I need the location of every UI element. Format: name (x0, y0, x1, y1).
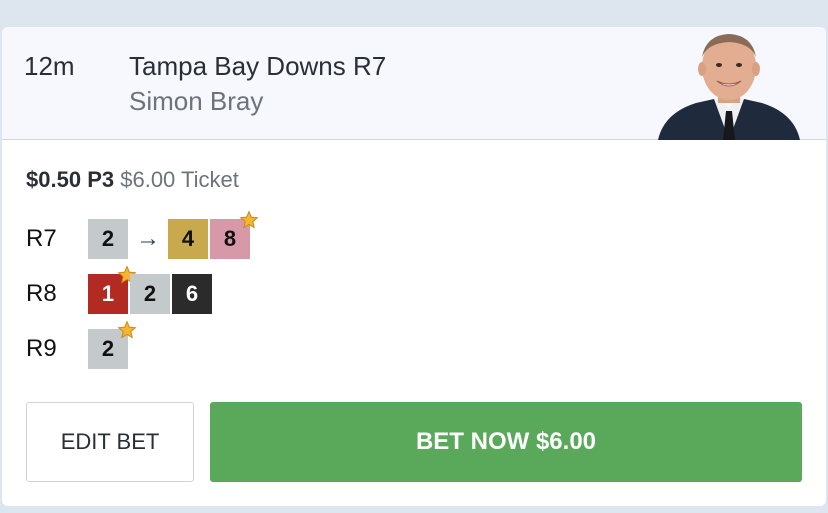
runner-saddlecloth: 6 (172, 274, 212, 314)
race-title[interactable]: Tampa Bay Downs R7 (129, 51, 386, 82)
ticket-label: Ticket (181, 167, 239, 192)
star-icon (239, 210, 259, 229)
edit-bet-button[interactable]: EDIT BET (26, 402, 194, 482)
bet-summary: $0.50 P3 $6.00 Ticket (26, 167, 239, 193)
leg-label: R7 (26, 225, 57, 252)
time-to-jump: 12m (24, 51, 75, 81)
leg-row-r8: R8 1 2 6 (26, 265, 326, 314)
tipster-name: Simon Bray (129, 86, 264, 116)
runner-saddlecloth: 2 (88, 320, 137, 369)
star-icon (117, 320, 137, 339)
bet-type: P3 (87, 167, 115, 192)
leg-label: R8 (26, 280, 57, 307)
tipster-avatar (658, 34, 800, 140)
runner-saddlecloth: 8 (210, 210, 259, 259)
ticket-amount: $6.00 (120, 167, 176, 192)
leg-row-r9: R9 2 (26, 320, 326, 369)
runner-saddlecloth: 4 (168, 219, 208, 259)
leg-label: R9 (26, 335, 57, 362)
runner-saddlecloth: 2 (130, 274, 170, 314)
race-header: 12m Tampa Bay Downs R7 Simon Bray (2, 27, 826, 140)
runner-saddlecloth: 1 (88, 265, 137, 314)
leg-row-r7: R7 2 → 4 8 (26, 210, 326, 259)
arrow-right-icon: → (136, 225, 160, 252)
bet-now-button[interactable]: BET NOW $6.00 (210, 402, 802, 482)
stake-amount: $0.50 (26, 167, 82, 192)
bet-card: 12m Tampa Bay Downs R7 Simon Bray $0.50 … (2, 27, 826, 506)
runner-saddlecloth: 2 (88, 219, 128, 259)
